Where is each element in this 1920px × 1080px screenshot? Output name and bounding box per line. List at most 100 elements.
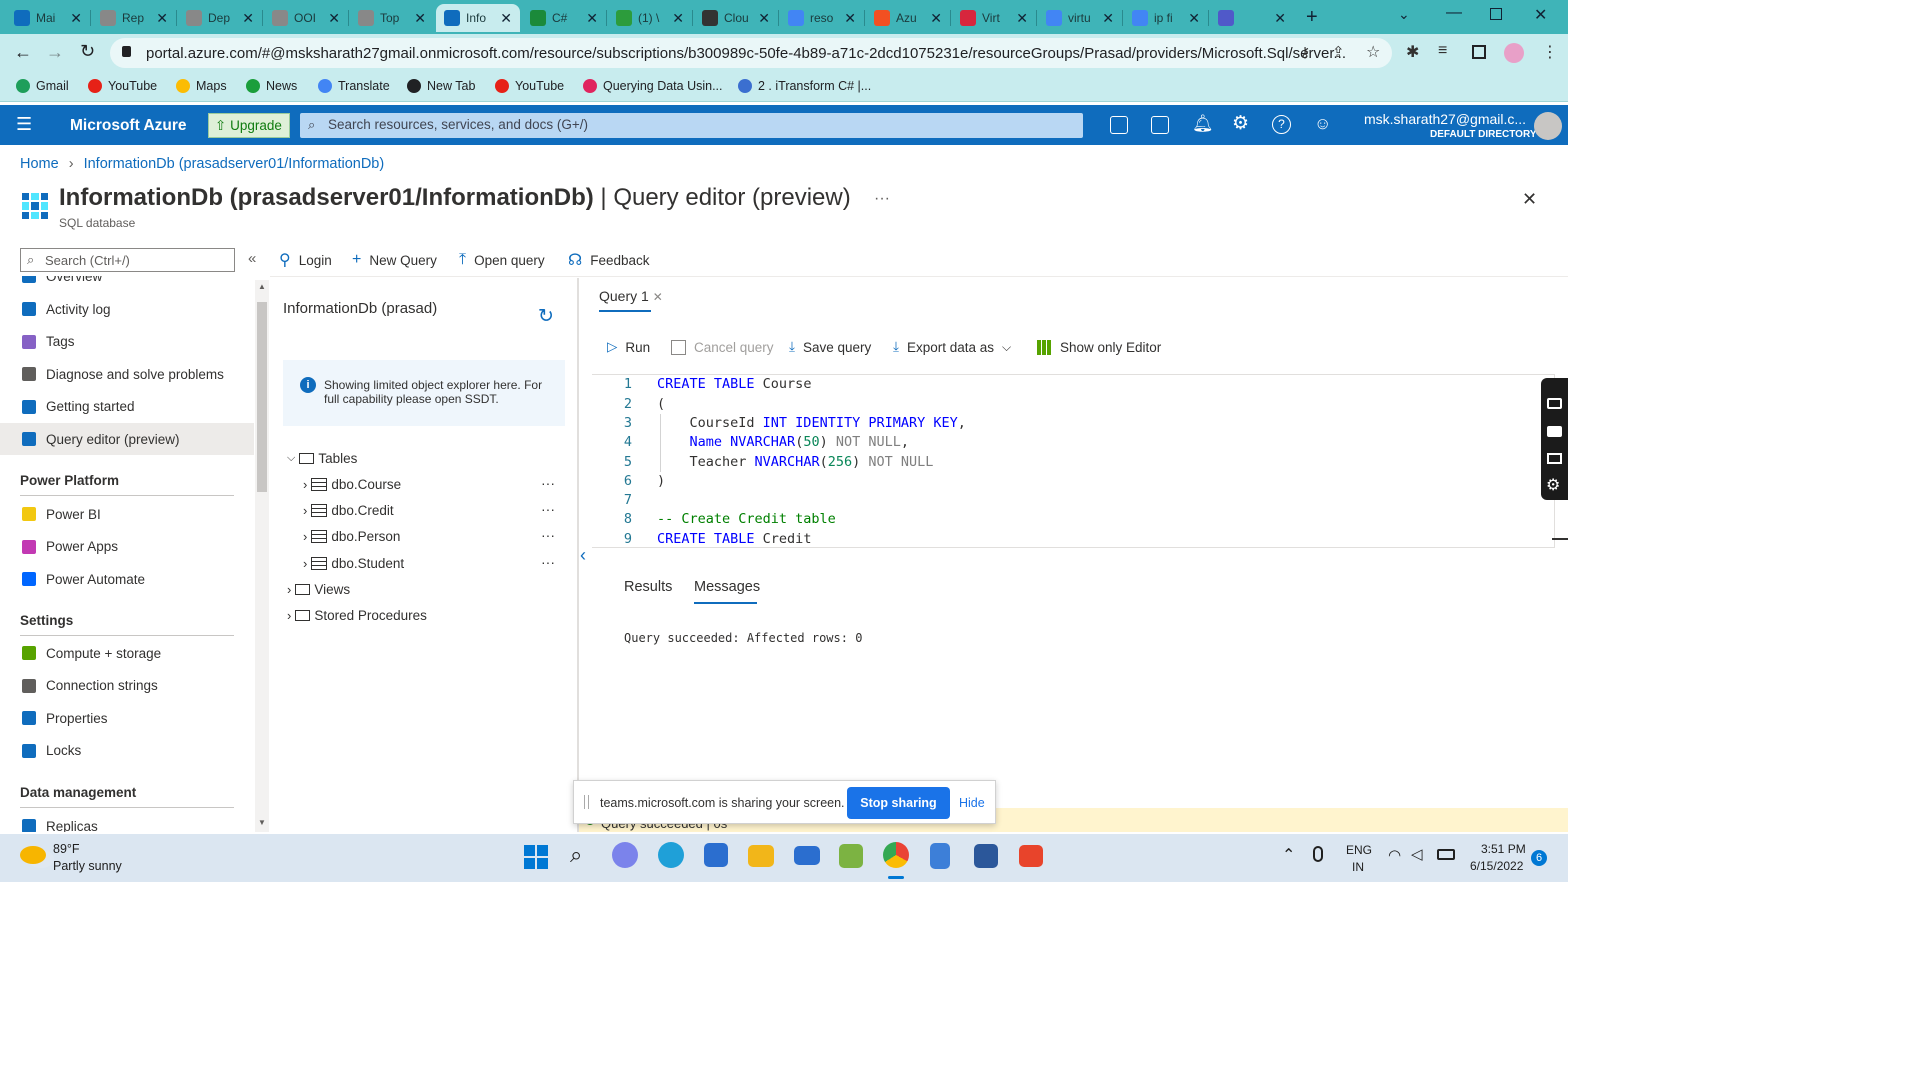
sidebar-item[interactable]: Compute + storage (0, 637, 254, 669)
table-more-button[interactable]: ··· (541, 501, 555, 517)
bookmark-item[interactable]: 2 . iTransform C# |... (738, 79, 871, 93)
browser-tab[interactable]: (1) \ ✕ (608, 4, 692, 32)
breadcrumb-home[interactable]: Home (20, 156, 59, 172)
editor-resize-handle[interactable] (1552, 538, 1568, 540)
browser-tab[interactable]: Top ✕ (350, 4, 434, 32)
azure-brand[interactable]: Microsoft Azure (70, 117, 187, 135)
table-node[interactable]: › dbo.Student ··· (303, 554, 555, 571)
url-field[interactable]: portal.azure.com/#@msksharath27gmail.onm… (110, 38, 1392, 68)
extensions-icon[interactable]: ✱ (1406, 42, 1419, 62)
page-more-button[interactable]: ··· (874, 190, 890, 208)
forward-icon[interactable]: → (46, 42, 64, 63)
paint-icon[interactable] (839, 844, 863, 868)
gallery-icon[interactable] (1547, 453, 1562, 464)
sidebar-item[interactable]: Locks (0, 735, 254, 767)
close-tab-icon[interactable]: ✕ (242, 10, 254, 27)
volume-icon[interactable]: ◁ (1411, 845, 1423, 863)
table-more-button[interactable]: ··· (541, 527, 555, 543)
key-icon[interactable]: ⚷ (1300, 44, 1310, 61)
close-tab-icon[interactable]: ✕ (930, 10, 942, 27)
close-window-button[interactable]: ✕ (1534, 5, 1547, 25)
wifi-icon[interactable]: ◠ (1388, 846, 1401, 864)
close-blade-button[interactable]: ✕ (1522, 189, 1537, 210)
close-tab-icon[interactable]: ✕ (1016, 10, 1028, 27)
close-tab-icon[interactable]: ✕ (1102, 10, 1114, 27)
browser-menu-icon[interactable]: ⋮ (1542, 42, 1558, 62)
sidebar-item[interactable]: Replicas (0, 810, 254, 832)
views-node[interactable]: › Views (287, 582, 350, 597)
weather-temp[interactable]: 89°F (53, 842, 80, 856)
camera-icon[interactable] (1547, 398, 1562, 409)
tab-search-icon[interactable]: ⌄ (1398, 6, 1410, 23)
media-app-icon[interactable] (1019, 845, 1043, 867)
close-tab-icon[interactable]: ✕ (1188, 10, 1200, 27)
tab-messages[interactable]: Messages (694, 579, 760, 595)
tables-node[interactable]: ⌵ Tables (287, 451, 357, 466)
bookmark-item[interactable]: Querying Data Usin... (583, 79, 723, 93)
mail-icon[interactable] (794, 846, 820, 865)
bookmark-item[interactable]: Maps (176, 79, 227, 93)
browser-tab[interactable]: Dep ✕ (178, 4, 262, 32)
reading-list-icon[interactable]: ≡ (1438, 42, 1447, 60)
scroll-down-arrow-icon[interactable]: ▼ (258, 818, 266, 827)
sidebar-item[interactable]: Properties (0, 702, 254, 734)
maximize-button[interactable] (1490, 8, 1502, 20)
microphone-icon[interactable] (1313, 846, 1323, 862)
taskbar-search-icon[interactable]: ⌕ (570, 842, 582, 868)
refresh-icon[interactable]: ↻ (538, 305, 554, 328)
clock-date[interactable]: 6/15/2022 (1470, 859, 1523, 873)
hamburger-menu-icon[interactable]: ☰ (16, 114, 32, 135)
collapse-menu-button[interactable]: « (248, 250, 256, 267)
table-node[interactable]: › dbo.Credit ··· (303, 501, 555, 518)
browser-tab[interactable]: OOI ✕ (264, 4, 348, 32)
collapse-explorer-icon[interactable]: ‹ (580, 545, 586, 566)
weather-desc[interactable]: Partly sunny (53, 859, 122, 873)
global-search-input[interactable]: ⌕ Search resources, services, and docs (… (300, 113, 1083, 138)
sidebar-item[interactable]: Getting started (0, 391, 254, 423)
weather-icon[interactable] (20, 846, 46, 864)
close-tab-icon[interactable]: ✕ (70, 10, 82, 27)
file-explorer-icon[interactable] (748, 845, 774, 867)
breadcrumb-current[interactable]: InformationDb (prasadserver01/Informatio… (84, 156, 385, 172)
tab-query-1[interactable]: Query 1 ✕ (599, 288, 663, 304)
sidebar-item[interactable]: Tags (0, 326, 254, 358)
video-icon[interactable] (1547, 426, 1562, 437)
chrome-icon[interactable] (883, 842, 909, 868)
sidebar-item[interactable]: Power Apps (0, 531, 254, 563)
close-tab-icon[interactable]: ✕ (586, 10, 598, 27)
bookmark-item[interactable]: News (246, 79, 297, 93)
lang-2[interactable]: IN (1352, 860, 1364, 874)
browser-tab[interactable]: reso ✕ (780, 4, 864, 32)
sidebar-scrollbar[interactable]: ▲ ▼ (255, 280, 269, 832)
lang-1[interactable]: ENG (1346, 843, 1372, 857)
close-tab-icon[interactable]: ✕ (1274, 10, 1286, 27)
new-query-button[interactable]: + New Query (352, 249, 437, 271)
browser-tab[interactable]: Virt ✕ (952, 4, 1036, 32)
help-icon[interactable]: ? (1272, 115, 1291, 134)
sidebar-item[interactable]: Diagnose and solve problems (0, 358, 254, 390)
table-more-button[interactable]: ··· (541, 475, 555, 491)
sidebar-item-overview[interactable]: Overview (0, 276, 254, 292)
reload-icon[interactable]: ↻ (80, 41, 95, 62)
bookmark-item[interactable]: Gmail (16, 79, 69, 93)
bookmark-item[interactable]: Translate (318, 79, 390, 93)
directory-filter-icon[interactable] (1151, 116, 1169, 134)
browser-tab[interactable]: C# ✕ (522, 4, 606, 32)
account-avatar[interactable] (1534, 112, 1562, 140)
scroll-thumb[interactable] (257, 302, 267, 492)
browser-tab[interactable]: Info ✕ (436, 4, 520, 32)
minimize-button[interactable]: — (1446, 4, 1462, 22)
back-icon[interactable]: ← (14, 42, 32, 63)
scroll-up-arrow-icon[interactable]: ▲ (258, 282, 266, 291)
clock-time[interactable]: 3:51 PM (1481, 842, 1526, 856)
close-tab-icon[interactable]: ✕ (672, 10, 684, 27)
close-tab-icon[interactable]: ✕ (328, 10, 340, 27)
sidebar-item[interactable]: Power Automate (0, 563, 254, 595)
word-icon[interactable] (974, 844, 998, 868)
notepad-icon[interactable] (930, 843, 950, 869)
table-node[interactable]: › dbo.Person ··· (303, 527, 555, 544)
browser-tab[interactable]: ✕ (1210, 4, 1294, 32)
account-email[interactable]: msk.sharath27@gmail.c... (1364, 111, 1526, 127)
bookmark-item[interactable]: New Tab (407, 79, 475, 93)
run-button[interactable]: ▷ Run (607, 337, 650, 357)
